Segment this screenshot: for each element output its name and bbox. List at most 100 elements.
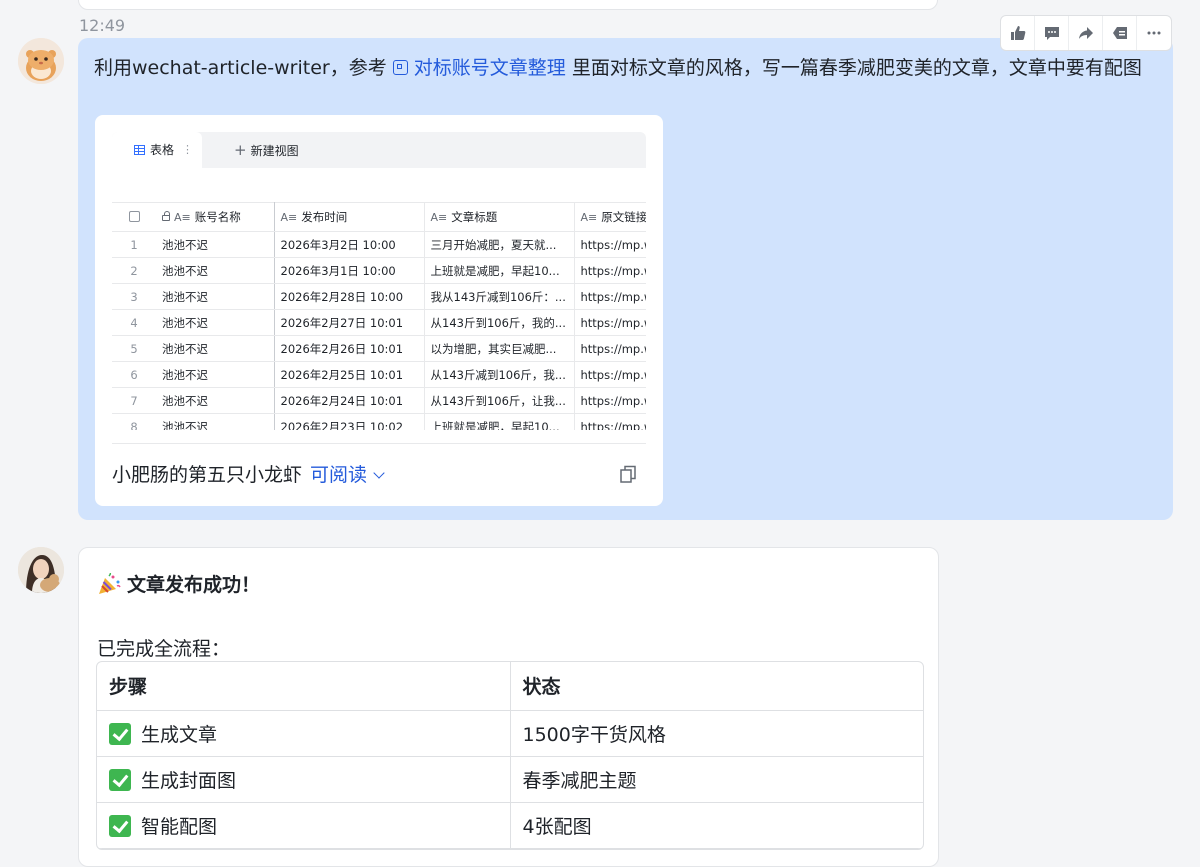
- card-footer: 小肥肠的第五只小龙虾 可阅读: [112, 460, 385, 487]
- cell-account[interactable]: 池池不迟: [156, 257, 275, 284]
- copy-icon[interactable]: [620, 465, 636, 483]
- cell-link[interactable]: https://mp.w: [573, 283, 646, 310]
- sheet-preview-card[interactable]: 表格 ⋮ + 新建视图 A≡ 账号名称 A≡ 发布时间 A≡ 文章标题 A≡ 原文链接: [95, 115, 663, 506]
- table-row[interactable]: 8 池池不迟 2026年2月23日 10:02 上班就是减肥，早起10... https…: [112, 413, 646, 430]
- party-popper-icon: [99, 573, 121, 594]
- text-field-icon: A≡: [580, 211, 598, 224]
- steps-header-step: 步骤: [97, 662, 511, 711]
- sheet-rows: 1 池池不迟 2026年3月2日 10:00 三月开始减肥，夏天就... https:/…: [112, 231, 646, 430]
- doc-link-icon: [392, 60, 408, 75]
- cell-account[interactable]: 池池不迟: [156, 387, 275, 414]
- table-row[interactable]: 4 池池不迟 2026年2月27日 10:01 从143斤到106斤，我的... htt…: [112, 309, 646, 336]
- table-row[interactable]: 3 池池不迟 2026年2月28日 10:00 我从143斤减到106斤：... htt…: [112, 283, 646, 310]
- tab-menu-icon[interactable]: ⋮: [182, 132, 193, 168]
- cell-title[interactable]: 从143斤到106斤，我的...: [423, 309, 574, 336]
- sheet-owner-title: 小肥肠的第五只小龙虾: [112, 464, 303, 486]
- cell-account[interactable]: 池池不迟: [156, 309, 275, 336]
- cell-title[interactable]: 从143斤减到106斤，我...: [423, 361, 574, 388]
- step-cell: 生成文章: [97, 710, 511, 757]
- comment-button[interactable]: [1035, 16, 1069, 50]
- cell-link[interactable]: https://mp.w: [573, 361, 646, 388]
- column-header-time[interactable]: A≡ 发布时间: [273, 202, 424, 232]
- column-header-title[interactable]: A≡ 文章标题: [423, 202, 574, 232]
- message-text-part: 里面对标文章的风格，写一篇春季减肥变美的文章，文章中要有配图: [571, 57, 1142, 79]
- cell-link[interactable]: https://mp.w: [573, 335, 646, 362]
- more-icon: [1147, 31, 1161, 35]
- check-mark-icon: [109, 768, 131, 791]
- cell-link[interactable]: https://mp.w: [573, 231, 646, 258]
- steps-header-row: 步骤 状态: [97, 662, 923, 711]
- user-message-bubble[interactable]: 利用wechat-article-writer，参考 对标账号文章整理 里面对标…: [78, 38, 1173, 520]
- permission-dropdown[interactable]: 可阅读: [310, 464, 385, 486]
- cell-time[interactable]: 2026年2月25日 10:01: [273, 361, 424, 388]
- step-row: 生成封面图 春季减肥主题: [97, 756, 923, 803]
- step-status: 4张配图: [510, 802, 923, 849]
- sheet-view-tabs: 表格 ⋮ + 新建视图: [112, 132, 646, 168]
- row-number[interactable]: 7: [112, 387, 156, 414]
- cell-link[interactable]: https://mp.w: [573, 257, 646, 284]
- bot-avatar[interactable]: [18, 547, 64, 593]
- row-number[interactable]: 4: [112, 309, 156, 336]
- table-row[interactable]: 2 池池不迟 2026年3月1日 10:00 上班就是减肥，早起10... https:…: [112, 257, 646, 284]
- column-header-link[interactable]: A≡ 原文链接: [573, 202, 646, 232]
- cell-link[interactable]: https://mp.w: [573, 413, 646, 430]
- cell-account[interactable]: 池池不迟: [156, 231, 275, 258]
- text-field-icon: A≡: [280, 211, 298, 224]
- table-row[interactable]: 6 池池不迟 2026年2月25日 10:01 从143斤减到106斤，我... htt…: [112, 361, 646, 388]
- cell-title[interactable]: 上班就是减肥，早起10...: [423, 257, 574, 284]
- select-all-checkbox[interactable]: [112, 202, 156, 232]
- message-hover-toolbar: [1000, 15, 1172, 51]
- bot-title-text: 文章发布成功！: [127, 574, 261, 596]
- sheet-table: A≡ 账号名称 A≡ 发布时间 A≡ 文章标题 A≡ 原文链接 1 池池不迟 2026年3月…: [112, 202, 646, 430]
- cell-title[interactable]: 三月开始减肥，夏天就...: [423, 231, 574, 258]
- cell-account[interactable]: 池池不迟: [156, 413, 275, 430]
- check-mark-icon: [109, 814, 131, 837]
- text-field-icon: A≡: [430, 211, 448, 224]
- thumbs-up-icon: [1010, 26, 1025, 40]
- cell-account[interactable]: 池池不迟: [156, 283, 275, 310]
- cell-link[interactable]: https://mp.w: [573, 309, 646, 336]
- cell-time[interactable]: 2026年3月2日 10:00: [273, 231, 424, 258]
- reply-button[interactable]: [1103, 16, 1137, 50]
- chevron-down-icon: [373, 467, 385, 479]
- column-header-account[interactable]: A≡ 账号名称: [156, 202, 275, 232]
- previous-message-bubble: [78, 0, 938, 10]
- forward-icon: [1078, 27, 1093, 39]
- table-row[interactable]: 5 池池不迟 2026年2月26日 10:01 以为增肥，其实巨减肥... https:…: [112, 335, 646, 362]
- cell-time[interactable]: 2026年2月26日 10:01: [273, 335, 424, 362]
- row-number[interactable]: 3: [112, 283, 156, 310]
- steps-table: 步骤 状态 生成文章 1500字干货风格 生成封面图 春季减肥主题 智能配图 4张配图: [96, 661, 924, 850]
- more-button[interactable]: [1137, 16, 1171, 50]
- cell-time[interactable]: 2026年2月28日 10:00: [273, 283, 424, 310]
- cell-title[interactable]: 从143斤到106斤，让我...: [423, 387, 574, 414]
- cell-time[interactable]: 2026年2月23日 10:02: [273, 413, 424, 430]
- forward-button[interactable]: [1069, 16, 1103, 50]
- table-grid-icon: [134, 145, 145, 155]
- table-row[interactable]: 1 池池不迟 2026年3月2日 10:00 三月开始减肥，夏天就... https:/…: [112, 231, 646, 258]
- user-avatar[interactable]: [18, 38, 64, 84]
- cell-account[interactable]: 池池不迟: [156, 335, 275, 362]
- row-number[interactable]: 2: [112, 257, 156, 284]
- cell-time[interactable]: 2026年3月1日 10:00: [273, 257, 424, 284]
- row-number[interactable]: 8: [112, 413, 156, 430]
- tab-table-view[interactable]: 表格 ⋮: [112, 132, 202, 168]
- cell-title[interactable]: 以为增肥，其实巨减肥...: [423, 335, 574, 362]
- doc-link[interactable]: 对标账号文章整理: [392, 57, 566, 79]
- cell-link[interactable]: https://mp.w: [573, 387, 646, 414]
- row-number[interactable]: 6: [112, 361, 156, 388]
- tab-label: 表格: [150, 143, 175, 157]
- cell-title[interactable]: 上班就是减肥，早起10...: [423, 413, 574, 430]
- cell-time[interactable]: 2026年2月24日 10:01: [273, 387, 424, 414]
- new-view-button[interactable]: + 新建视图: [234, 132, 299, 169]
- cell-time[interactable]: 2026年2月27日 10:01: [273, 309, 424, 336]
- cell-title[interactable]: 我从143斤减到106斤：...: [423, 283, 574, 310]
- table-row[interactable]: 7 池池不迟 2026年2月24日 10:01 从143斤到106斤，让我... htt…: [112, 387, 646, 414]
- bot-message-bubble[interactable]: 文章发布成功！ 已完成全流程： 步骤 状态 生成文章 1500字干货风格 生成封面图…: [78, 547, 939, 867]
- row-number[interactable]: 1: [112, 231, 156, 258]
- like-button[interactable]: [1001, 16, 1035, 50]
- cell-account[interactable]: 池池不迟: [156, 361, 275, 388]
- row-number[interactable]: 5: [112, 335, 156, 362]
- reply-icon: [1112, 27, 1127, 39]
- steps-rows: 生成文章 1500字干货风格 生成封面图 春季减肥主题 智能配图 4张配图: [97, 710, 923, 849]
- column-label: 文章标题: [451, 210, 498, 224]
